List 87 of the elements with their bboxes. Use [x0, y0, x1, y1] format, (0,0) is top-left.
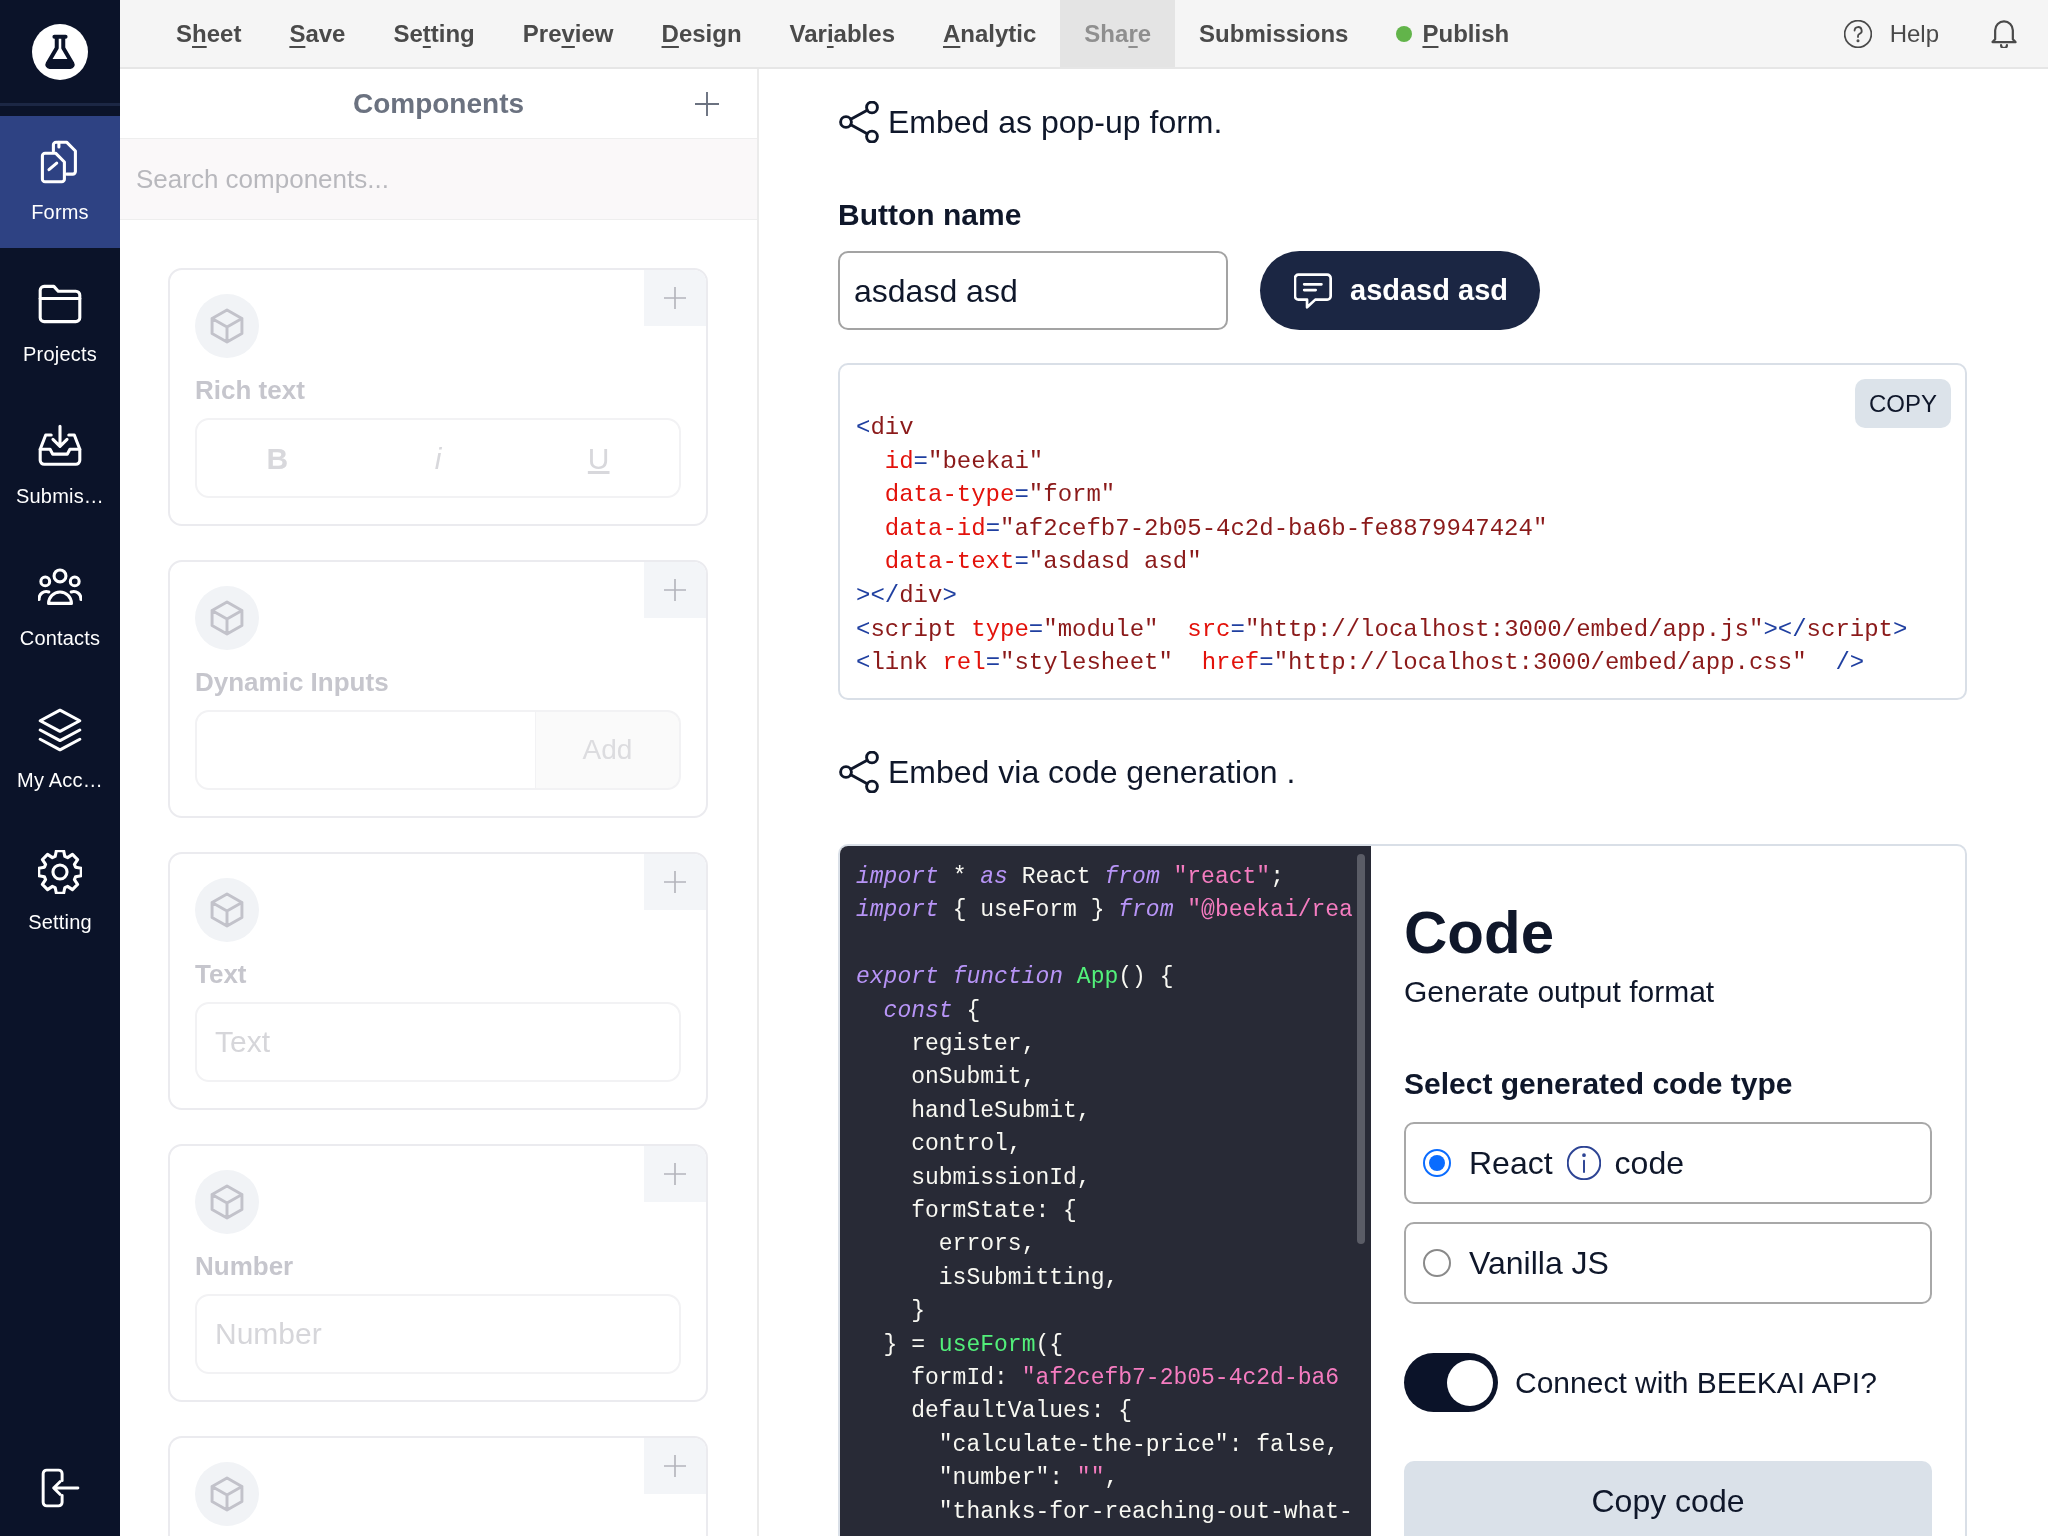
section-heading: Embed via code generation . [888, 753, 1296, 792]
panel-subtitle: Generate output format [1404, 974, 1715, 1010]
group-label: Select generated code type [1404, 1066, 1793, 1102]
code-line: ></div> [856, 580, 957, 611]
logout-icon[interactable] [40, 1468, 80, 1508]
radio-button[interactable] [1423, 1149, 1451, 1177]
component-title: Dynamic Inputs [195, 666, 390, 699]
code-line: <div [856, 413, 914, 443]
layers-icon [38, 708, 82, 752]
code-line: data-id="af2cefb7-2b05-4c2d-ba6b-fe8879947424" [883, 513, 1548, 544]
nav-item[interactable]: Save [265, 0, 370, 67]
radio-button[interactable] [1423, 1249, 1451, 1277]
panel-heading: Code [1404, 898, 1554, 968]
code-line: errors, [937, 1230, 1036, 1260]
copy-button[interactable]: COPY [1855, 379, 1951, 428]
toggle-label: Connect with BEEKAI API? [1515, 1364, 1877, 1401]
code-line: onSubmit, [910, 1063, 1036, 1093]
status-dot-icon [1396, 25, 1413, 42]
nav-item[interactable]: Submissions [1175, 0, 1373, 67]
code-line: data-type="form" [883, 480, 1116, 511]
flask-icon [32, 23, 88, 80]
text-input[interactable]: asdasd asd [838, 251, 1228, 330]
preview-button[interactable]: asdasd asd [1260, 251, 1540, 330]
code-line: "number": "", [937, 1464, 1119, 1494]
cube-icon [195, 1170, 259, 1234]
share-icon [838, 101, 880, 143]
copy-code-button[interactable]: Copy code [1404, 1461, 1932, 1536]
plus-icon [664, 287, 686, 309]
panel-title: Components [352, 86, 525, 121]
code-line: data-text="asdasd asd" [883, 547, 1202, 578]
code-line: export function App() { [856, 963, 1174, 993]
chat-icon [1294, 271, 1332, 310]
plus-icon [664, 871, 686, 893]
cube-icon [195, 1462, 259, 1526]
help-icon [1843, 19, 1872, 48]
sidebar-item[interactable]: Projects [0, 258, 120, 390]
plus-icon [664, 1163, 686, 1185]
sidebar-item[interactable]: Submis… [0, 400, 120, 532]
plus-icon [664, 1455, 686, 1477]
inbox-icon [38, 424, 82, 468]
code-line: <script type="module" src="http://localhost:3000/embed/app.js"></script> [856, 614, 1908, 645]
code-line: const { [882, 996, 981, 1026]
component-title: Rich text [195, 374, 306, 407]
code-line: isSubmitting, [937, 1263, 1119, 1293]
folder-icon [38, 282, 82, 326]
nav-item[interactable]: Setting [369, 0, 499, 67]
code-line: } = useForm({ [882, 1330, 1064, 1360]
code-line: handleSubmit, [910, 1096, 1091, 1126]
plus-icon [695, 91, 719, 116]
cube-icon [195, 878, 259, 942]
radio-option[interactable]: Vanilla JS [1404, 1222, 1932, 1304]
nav-item[interactable]: Preview [498, 0, 638, 67]
code-line: register, [910, 1030, 1036, 1059]
code-line: <link rel="stylesheet" href="http://localhost:3000/embed/app.css" /> [856, 648, 1865, 679]
sidebar-item[interactable]: Forms [0, 116, 120, 248]
code-line: } [910, 1297, 925, 1327]
code-line: formId: "af2cefb7-2b05-4c2d-ba6 [910, 1364, 1340, 1394]
component-title: Number [195, 1250, 295, 1283]
nav-item[interactable]: Design [637, 0, 766, 67]
bell-icon[interactable] [1991, 19, 2017, 48]
code-line: submissionId, [910, 1163, 1091, 1193]
code-line: formState: { [910, 1197, 1077, 1227]
scrollbar-thumb[interactable] [1357, 854, 1365, 1244]
plus-icon [664, 579, 686, 601]
nav-item[interactable]: Sheet [152, 0, 266, 67]
code-line: id="beekai" [883, 446, 1044, 477]
share-icon [838, 751, 880, 793]
help-button[interactable]: Help [1837, 9, 1945, 58]
nav-item[interactable]: Publish [1372, 0, 1534, 67]
sidebar-item[interactable]: My Acc… [0, 684, 120, 816]
settings-icon [38, 850, 82, 894]
code-line: import { useForm } from "@beekai/rea [856, 896, 1353, 926]
code-line: "thanks-for-reaching-out-what- [937, 1497, 1353, 1527]
code-line: control, [910, 1130, 1022, 1160]
radio-option[interactable]: React code [1404, 1122, 1932, 1204]
cube-icon [195, 586, 259, 650]
component-title: Text [195, 958, 248, 991]
nav-item[interactable]: Variables [765, 0, 919, 67]
cube-icon [195, 294, 259, 358]
nav-item[interactable]: Analytic [919, 0, 1061, 67]
code-line: defaultValues: { [910, 1397, 1133, 1427]
sidebar-item[interactable]: Setting [0, 826, 120, 958]
sidebar-item[interactable]: Contacts [0, 542, 120, 674]
section-heading: Embed as pop-up form. [888, 103, 1223, 142]
field-label: Button name [838, 197, 1022, 233]
code-line: import * as React from "react"; [856, 863, 1284, 892]
code-line: "calculate-the-price": false, [937, 1430, 1340, 1460]
